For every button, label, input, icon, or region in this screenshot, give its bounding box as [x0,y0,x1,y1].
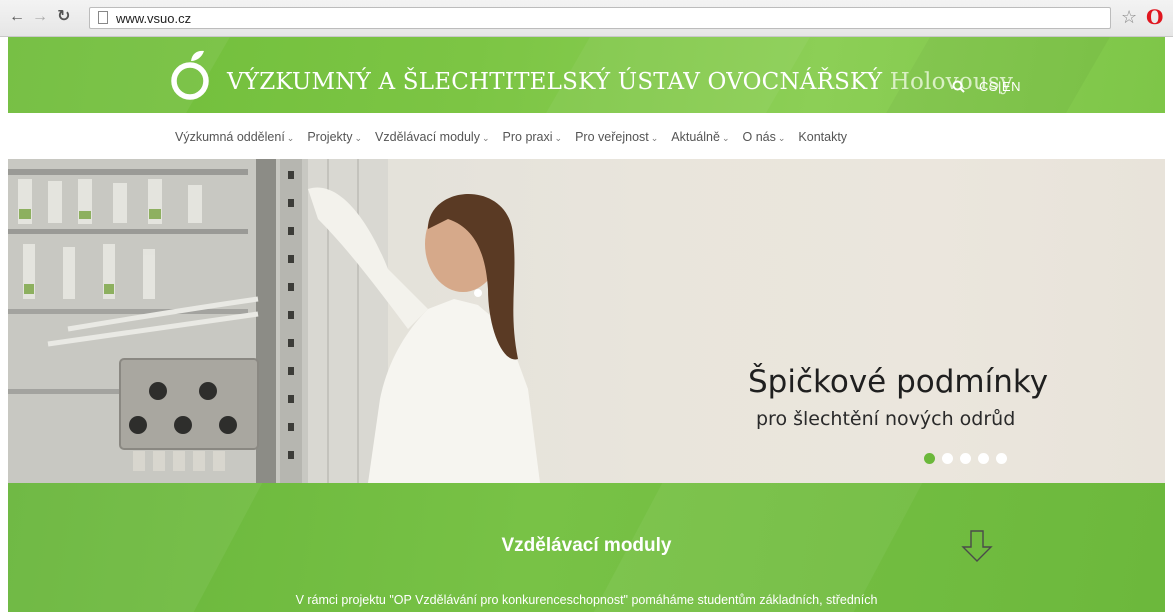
site-header: VÝZKUMNÝ A ŠLECHTITELSKÝ ÚSTAV OVOCNÁŘSK… [8,37,1165,113]
chevron-down-icon: ⌄ [721,133,730,143]
nav-item-vzdelavaci-moduly[interactable]: Vzdělávací moduly ⌄ [375,130,489,144]
hero-image [8,159,540,483]
chevron-down-icon: ⌄ [481,133,490,143]
chevron-down-icon: ⌄ [554,133,563,143]
nav-item-label: Aktuálně [671,130,720,144]
nav-item-label: Pro veřejnost [575,130,649,144]
main-navigation: Výzkumná oddělení ⌄ Projekty ⌄ Vzdělávací … [0,113,1173,159]
star-icon[interactable]: ☆ [1121,8,1137,26]
hero-slider: Špičkové podmínky pro šlechtění nových o… [8,159,1165,483]
nav-item-label: Kontakty [798,130,848,144]
nav-item-pro-verejnost[interactable]: Pro veřejnost ⌄ [575,130,658,144]
nav-item-projekty[interactable]: Projekty ⌄ [307,130,362,144]
chevron-down-icon: ⌄ [650,133,659,143]
slider-dot-5[interactable] [996,453,1007,464]
nav-item-aktualne[interactable]: Aktuálně ⌄ [671,130,729,144]
reload-icon[interactable]: ↻ [57,8,70,26]
nav-item-pro-praxi[interactable]: Pro praxi ⌄ [503,130,563,144]
nav-item-label: Výzkumná oddělení [175,130,285,144]
site-title[interactable]: VÝZKUMNÝ A ŠLECHTITELSKÝ ÚSTAV OVOCNÁŘSK… [227,69,1013,95]
slider-dots [924,453,1014,464]
chevron-down-icon: ⌄ [286,133,295,143]
nav-item-vyzkumna-oddeleni[interactable]: Výzkumná oddělení ⌄ [175,130,294,144]
arrow-down-icon[interactable] [961,529,993,563]
language-switcher[interactable]: CS|EN [979,79,1021,94]
url-text[interactable]: www.vsuo.cz [116,11,191,26]
hero-title: Špičkové podmínky [748,364,1049,400]
section-text: V rámci projektu "OP Vzdělávání pro konk… [295,593,878,607]
nav-item-label: Projekty [307,130,353,144]
nav-item-label: Vzdělávací moduly [375,130,480,144]
arrow-right-icon[interactable]: → [32,8,48,26]
slider-dot-4[interactable] [978,453,989,464]
site-title-main: VÝZKUMNÝ A ŠLECHTITELSKÝ ÚSTAV OVOCNÁŘSK… [227,69,883,95]
chevron-down-icon: ⌄ [777,133,786,143]
nav-item-label: Pro praxi [502,130,553,144]
education-section: Vzdělávací moduly V rámci projektu "OP V… [8,483,1165,612]
address-bar[interactable]: www.vsuo.cz [89,7,1111,29]
chevron-down-icon: ⌄ [354,133,363,143]
apple-logo-icon[interactable] [168,49,214,101]
page-icon [98,11,108,24]
search-icon[interactable] [952,80,965,93]
nav-item-o-nas[interactable]: O nás ⌄ [743,130,786,144]
slider-dot-3[interactable] [960,453,971,464]
slider-dot-2[interactable] [942,453,953,464]
opera-icon[interactable]: O [1146,7,1163,27]
nav-item-label: O nás [742,130,776,144]
arrow-left-icon[interactable]: ← [9,8,25,26]
slider-dot-1[interactable] [924,453,935,464]
hero-subtitle: pro šlechtění nových odrůd [756,408,1016,430]
nav-item-kontakty[interactable]: Kontakty [798,130,847,144]
browser-toolbar: ← → ↻ www.vsuo.cz ☆ O [0,0,1173,37]
